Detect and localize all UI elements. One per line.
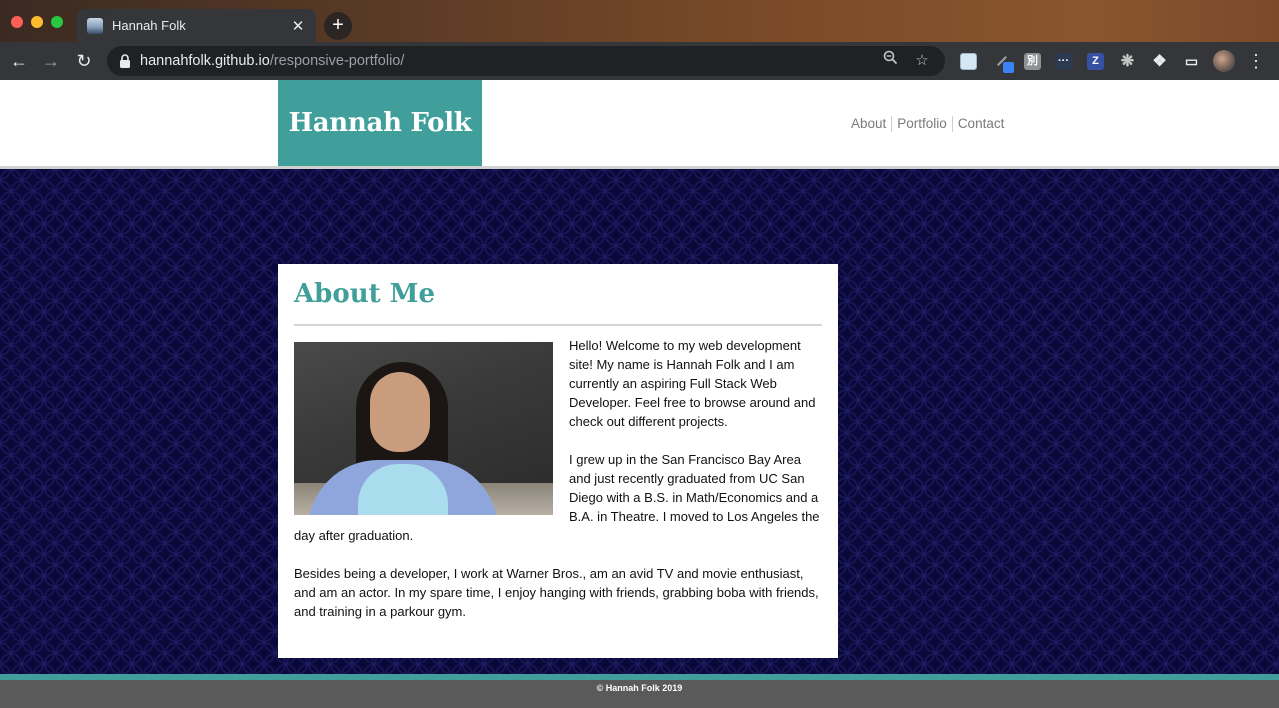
about-paragraph-3: Besides being a developer, I work at War…: [294, 566, 819, 619]
nav-link-portfolio[interactable]: Portfolio: [892, 116, 953, 132]
browser-toolbar: ← → ↻ hannahfolk.github.io/responsive-po…: [0, 42, 1279, 80]
extension-pen-icon[interactable]: [994, 53, 1014, 73]
browser-tab-active[interactable]: Hannah Folk ✕: [77, 9, 316, 42]
tab-close-icon[interactable]: ✕: [290, 17, 306, 35]
url-path: /responsive-portfolio/: [269, 53, 405, 69]
extension-dots-icon[interactable]: ···: [1055, 53, 1072, 70]
maximize-window-button[interactable]: [51, 16, 63, 28]
about-card: About Me Hello! Welcome to my web develo…: [278, 264, 838, 658]
section-title: About Me: [294, 278, 822, 326]
close-window-button[interactable]: [11, 16, 23, 28]
extension-z-icon[interactable]: Z: [1087, 53, 1104, 70]
site-brand[interactable]: Hannah Folk: [278, 80, 482, 166]
forward-arrow-icon[interactable]: →: [38, 48, 64, 74]
lock-icon: [119, 54, 133, 68]
zoom-icon[interactable]: [877, 49, 903, 73]
back-arrow-icon[interactable]: ←: [6, 48, 32, 74]
extensions-puzzle-icon[interactable]: ❖: [1151, 53, 1168, 70]
tab-favicon-icon: [87, 17, 103, 34]
kebab-menu-icon[interactable]: ⋮: [1246, 48, 1266, 74]
bookmark-star-icon[interactable]: ☆: [909, 49, 935, 73]
page-viewport: Hannah Folk About Portfolio Contact Abou…: [0, 80, 1279, 708]
url-host: hannahfolk.github.io: [140, 53, 270, 69]
window-titlebar: Hannah Folk ✕ +: [0, 0, 1279, 42]
extension-3-icon[interactable]: 別: [1024, 53, 1041, 70]
site-header: Hannah Folk About Portfolio Contact: [0, 80, 1279, 169]
site-nav: About Portfolio Contact: [846, 116, 1009, 132]
profile-photo: [294, 342, 553, 515]
new-tab-button[interactable]: +: [324, 12, 352, 40]
url-text[interactable]: hannahfolk.github.io/responsive-portfoli…: [140, 53, 871, 69]
tab-title: Hannah Folk: [112, 18, 186, 33]
address-bar[interactable]: hannahfolk.github.io/responsive-portfoli…: [107, 46, 945, 76]
profile-avatar[interactable]: [1213, 50, 1235, 72]
nav-link-contact[interactable]: Contact: [953, 116, 1010, 132]
react-devtools-icon[interactable]: ❋: [1119, 53, 1136, 70]
extension-1-icon[interactable]: [960, 53, 977, 70]
minimize-window-button[interactable]: [31, 16, 43, 28]
reload-icon[interactable]: ↻: [71, 48, 97, 74]
site-footer: © Hannah Folk 2019: [0, 680, 1279, 708]
cast-icon[interactable]: ▭: [1183, 53, 1200, 70]
footer-copyright: © Hannah Folk 2019: [596, 683, 683, 693]
nav-link-about[interactable]: About: [846, 116, 893, 132]
